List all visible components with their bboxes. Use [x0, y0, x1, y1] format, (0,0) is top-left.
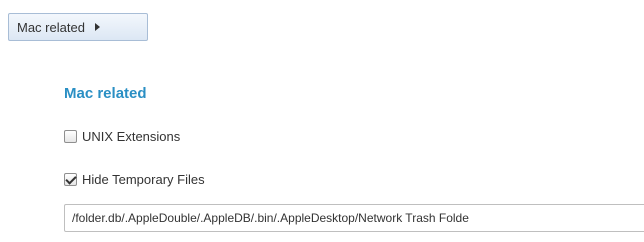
section-title: Mac related: [64, 85, 147, 102]
hide-temporary-files-label: Hide Temporary Files: [82, 172, 205, 187]
unix-extensions-checkbox[interactable]: [64, 130, 77, 143]
mac-related-menu-button[interactable]: Mac related: [8, 13, 148, 41]
veto-files-input[interactable]: [64, 204, 644, 232]
settings-panel: Mac related Mac related UNIX Extensions …: [0, 0, 644, 242]
unix-extensions-option[interactable]: UNIX Extensions: [64, 129, 180, 144]
hide-temporary-files-checkbox[interactable]: [64, 173, 77, 186]
menu-button-label: Mac related: [17, 19, 85, 35]
unix-extensions-label: UNIX Extensions: [82, 129, 181, 144]
hide-temporary-files-option[interactable]: Hide Temporary Files: [64, 172, 205, 187]
caret-right-icon: [94, 23, 100, 31]
